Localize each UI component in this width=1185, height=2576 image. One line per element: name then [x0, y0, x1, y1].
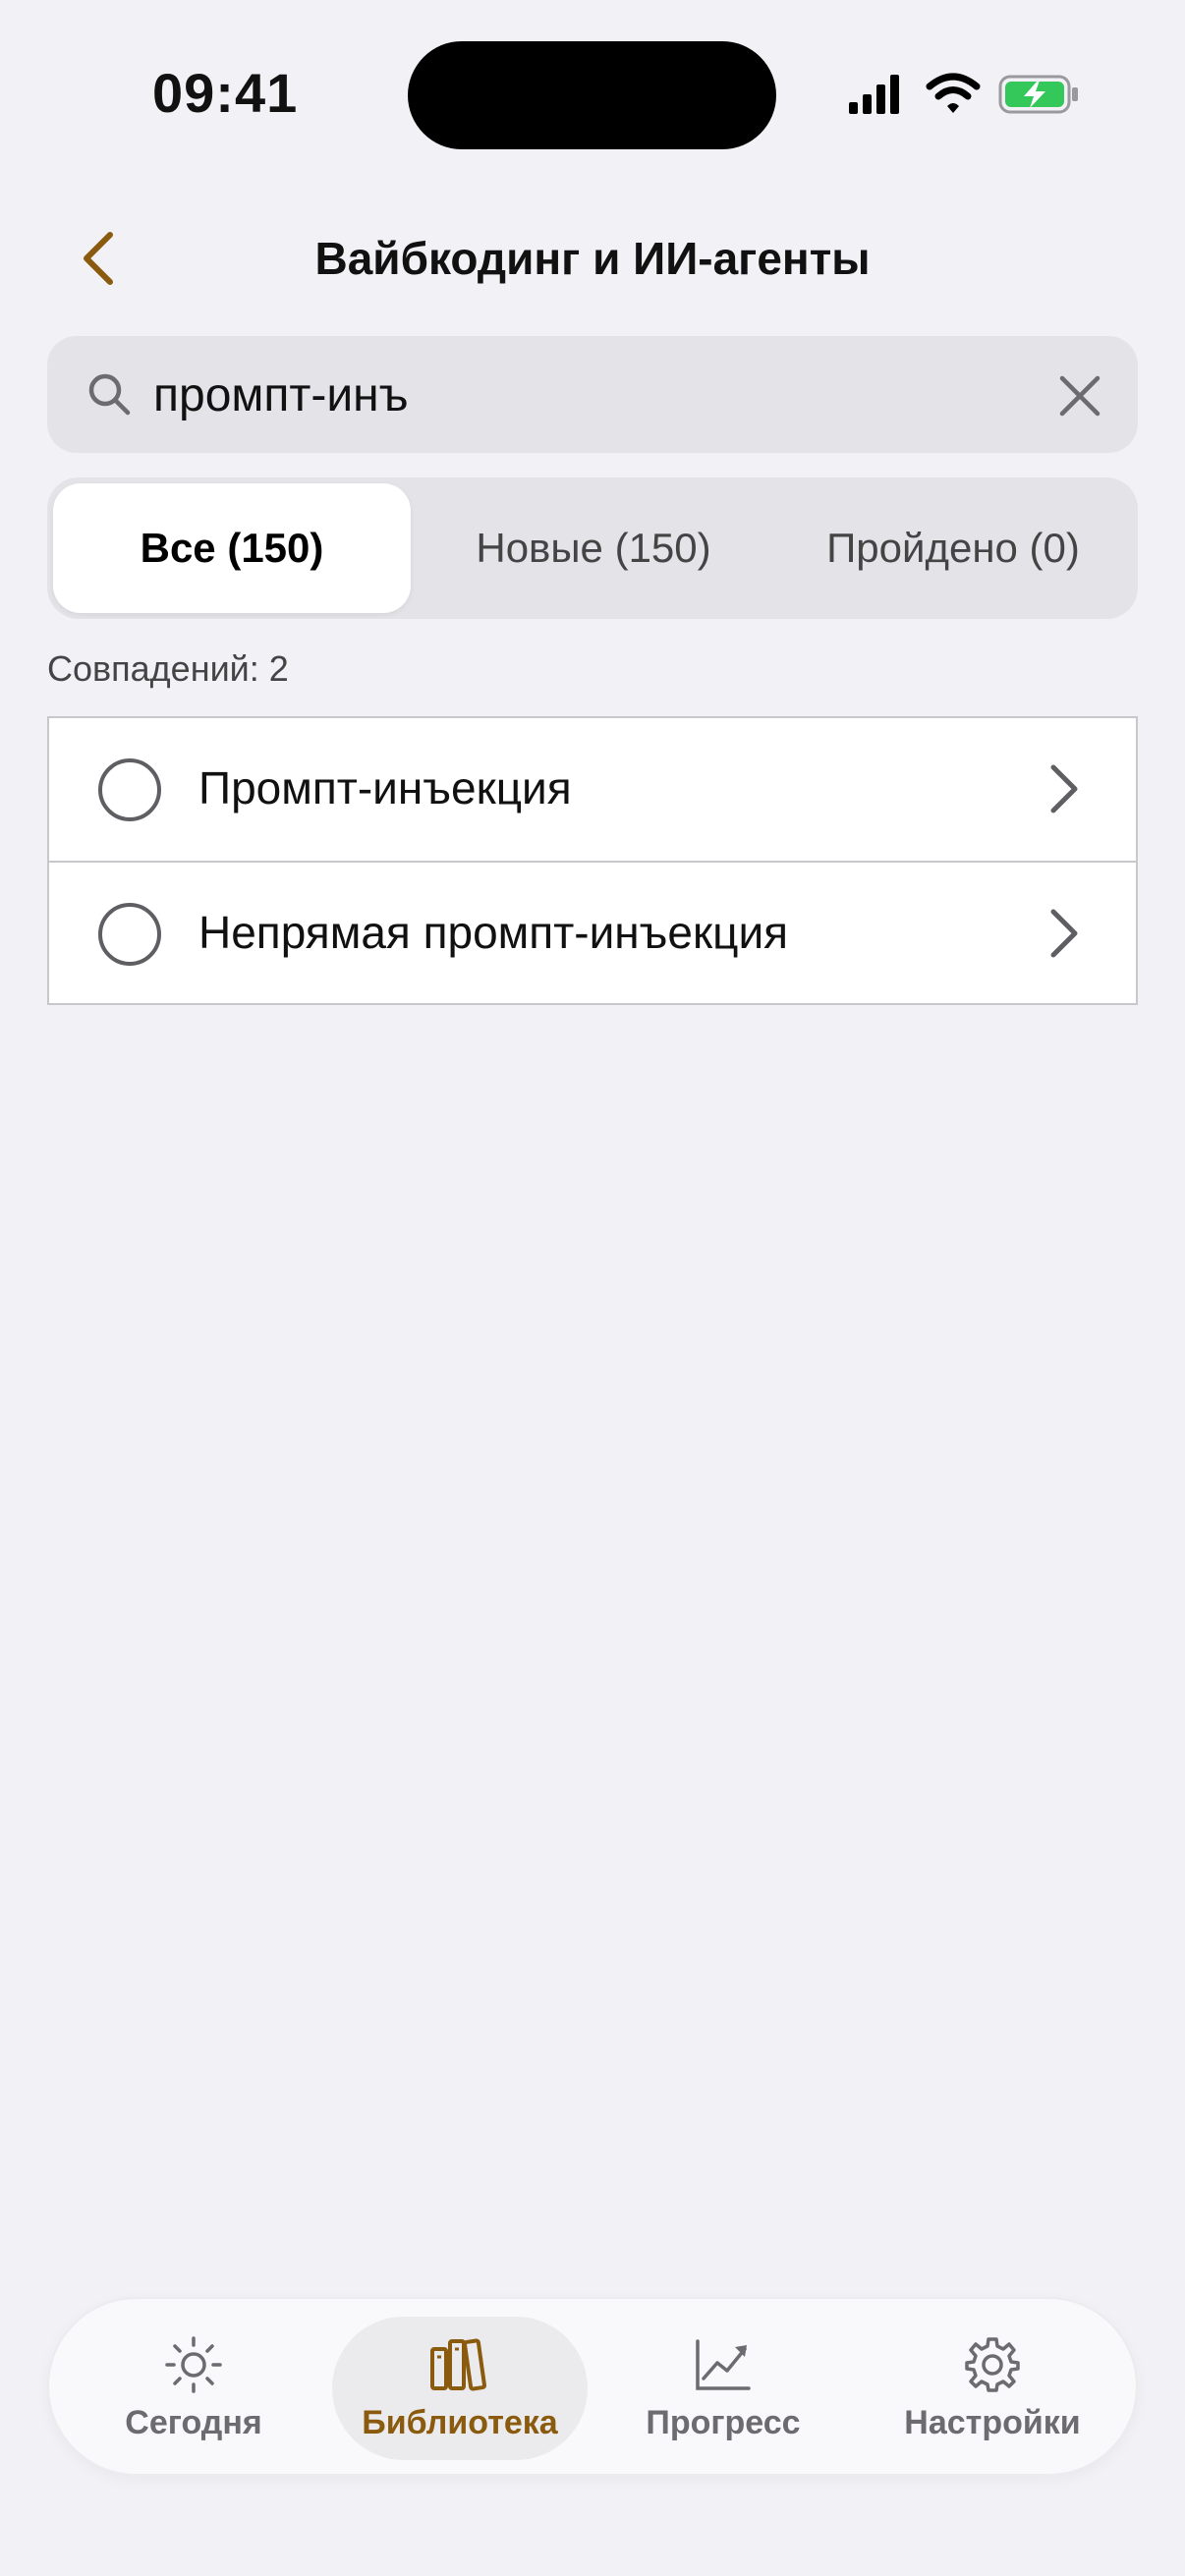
results-list: Промпт-инъекция Непрямая промпт-инъекция	[47, 716, 1138, 1005]
sun-icon	[165, 2335, 222, 2393]
tab-all[interactable]: Все (150)	[53, 483, 411, 613]
cellular-signal-icon	[849, 75, 899, 114]
gear-icon	[965, 2336, 1020, 2392]
search-input[interactable]	[153, 358, 1038, 432]
chevron-right-icon	[1050, 764, 1078, 813]
tab-progress-label: Прогресс	[646, 2403, 801, 2441]
close-icon	[1059, 375, 1100, 417]
tab-library-label: Библиотека	[362, 2403, 558, 2441]
clear-search-button[interactable]	[1036, 371, 1124, 420]
chevron-right-icon	[1050, 909, 1078, 958]
list-item[interactable]: Промпт-инъекция	[49, 718, 1136, 861]
search-icon	[88, 373, 131, 416]
tab-bar: Сегодня Библиотека Прогресс Настройки	[49, 2299, 1136, 2474]
match-count: Совпадений: 2	[47, 648, 289, 689]
dynamic-island	[408, 41, 776, 149]
page-title: Вайбкодинг и ИИ-агенты	[314, 233, 871, 284]
tab-today-label: Сегодня	[125, 2403, 262, 2441]
status-time: 09:41	[152, 62, 299, 124]
tab-library[interactable]: Библиотека	[332, 2317, 588, 2460]
list-item-title: Непрямая промпт-инъекция	[198, 907, 789, 958]
tab-progress[interactable]: Прогресс	[595, 2317, 851, 2460]
screen: 09:41 Вайбкодинг и ИИ-агенты промпт-инъ …	[0, 0, 1185, 2576]
books-icon	[430, 2338, 487, 2390]
tab-new[interactable]: Новые (150)	[417, 483, 770, 613]
chart-icon	[696, 2338, 751, 2390]
list-item-title: Промпт-инъекция	[198, 762, 572, 813]
wifi-icon	[926, 73, 981, 113]
status-circle-icon	[98, 903, 161, 966]
list-item[interactable]: Непрямая промпт-инъекция	[49, 861, 1136, 1003]
tab-completed[interactable]: Пройдено (0)	[774, 483, 1132, 613]
status-circle-icon	[98, 758, 161, 821]
battery-charging-icon	[998, 75, 1078, 114]
filter-segmented-control: Все (150) Новые (150) Пройдено (0)	[47, 477, 1138, 619]
tab-today[interactable]: Сегодня	[66, 2317, 321, 2460]
search-bar	[47, 336, 1138, 453]
tab-settings[interactable]: Настройки	[865, 2317, 1120, 2460]
tab-settings-label: Настройки	[904, 2403, 1081, 2441]
